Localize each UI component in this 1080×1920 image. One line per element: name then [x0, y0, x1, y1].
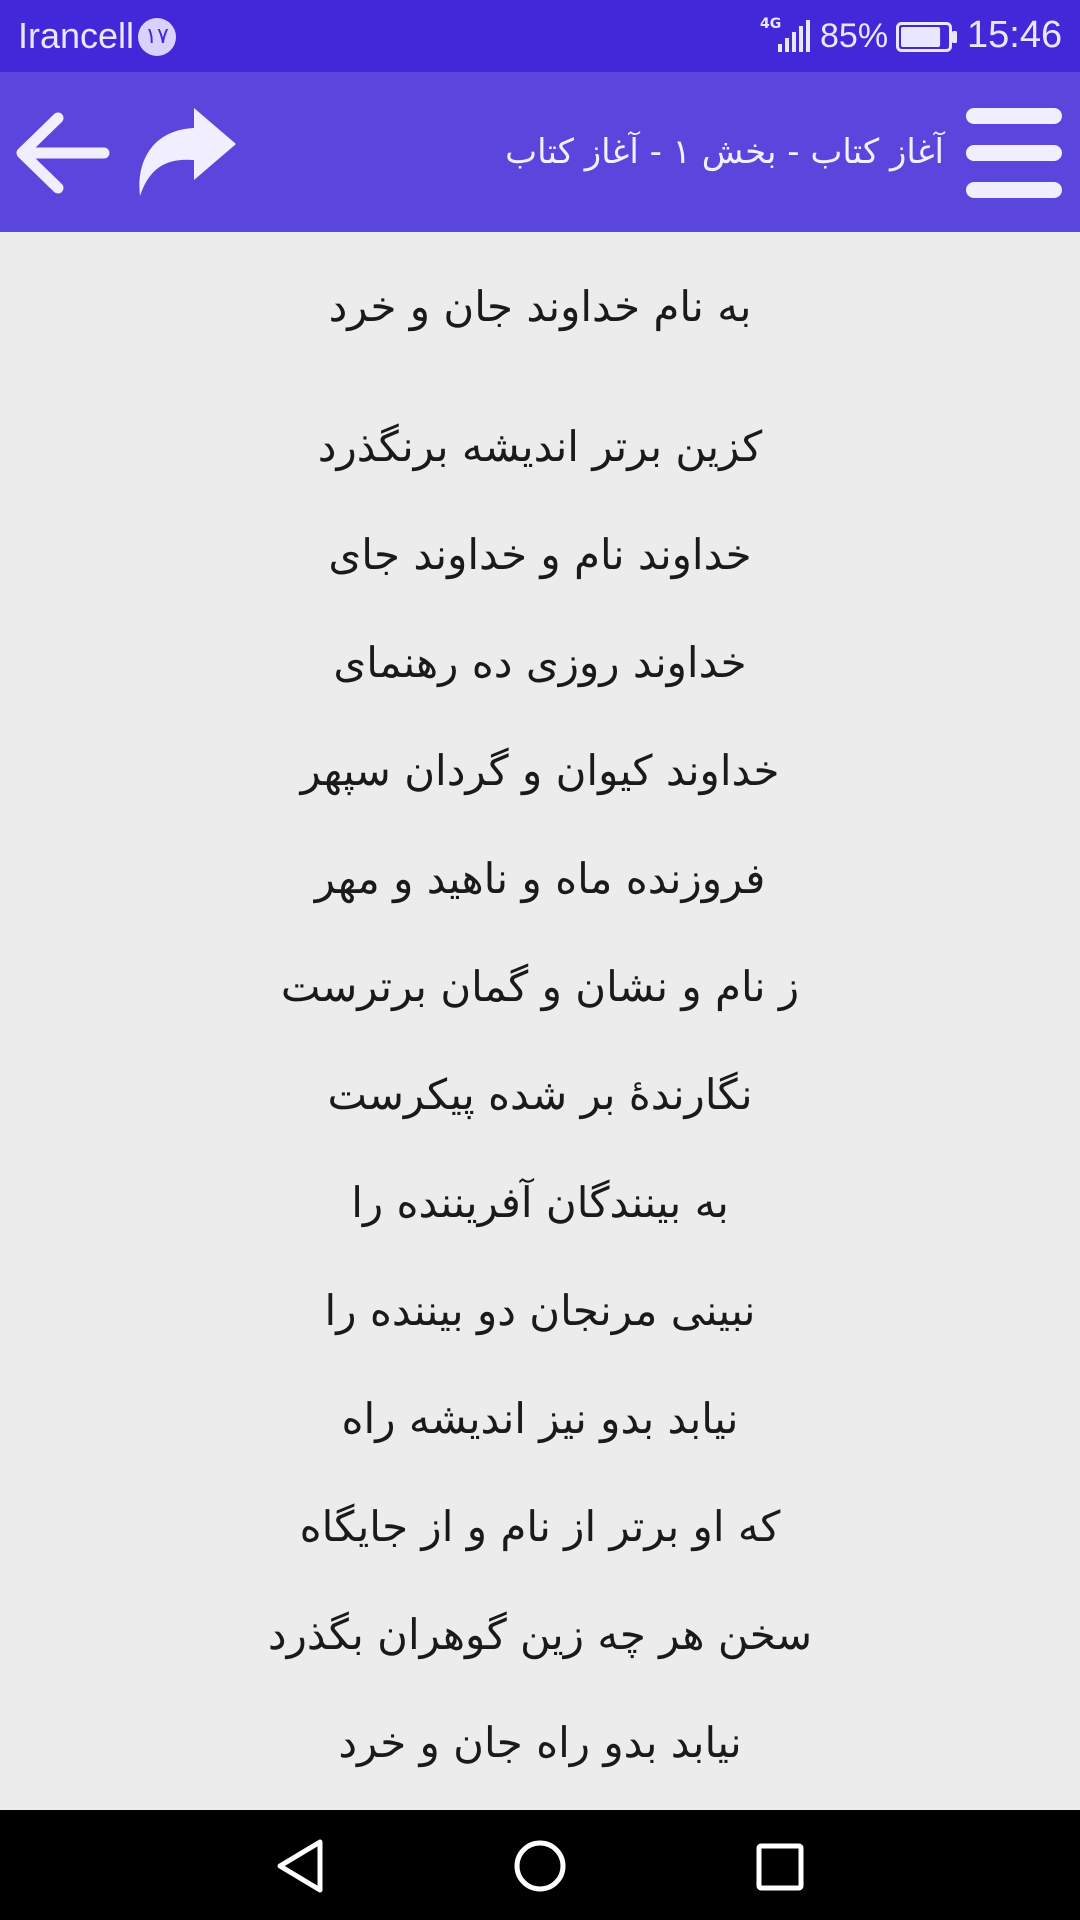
poem-heading: به نام خداوند جان و خرد — [328, 282, 752, 331]
poem-verse: ز نام و نشان و گمان برترست — [280, 962, 800, 1011]
signal-icon — [778, 20, 810, 52]
battery-percent: 85% — [820, 17, 889, 55]
poem-verse: خداوند نام و خداوند جای — [328, 530, 752, 579]
poem-verse: خداوند کیوان و گردان سپهر — [300, 746, 780, 795]
poem-verse: نیابد بدو نیز اندیشه راه — [341, 1394, 739, 1443]
hamburger-menu-icon[interactable] — [966, 108, 1066, 198]
system-nav-bar — [0, 1810, 1080, 1920]
page-title: آغاز کتاب - بخش ۱ - آغاز کتاب — [505, 132, 944, 172]
clock: 15:46 — [967, 14, 1063, 56]
arrow-left-icon[interactable] — [10, 110, 114, 196]
poem-content[interactable]: به نام خداوند جان و خرد کزین برتر اندیشه… — [0, 232, 1080, 1810]
nav-recents-square-icon[interactable] — [752, 1836, 808, 1896]
poem-verse: نیابد بدو راه جان و خرد — [338, 1718, 742, 1767]
menu-bar-line — [966, 182, 1062, 198]
status-bar: Irancell ۱۷ 4G 85% 15:46 — [0, 0, 1080, 72]
carrier-name: Irancell — [18, 15, 135, 56]
poem-verse: کزین برتر اندیشه برنگذرد — [317, 422, 763, 471]
poem-verse: به بینندگان آفریننده را — [351, 1178, 729, 1227]
poem-verse: که او برتر از نام و از جایگاه — [299, 1502, 781, 1551]
poem-verse: نگارندهٔ بر شده پیکرست — [327, 1070, 753, 1119]
app-toolbar: آغاز کتاب - بخش ۱ - آغاز کتاب — [0, 72, 1080, 232]
menu-bar-line — [966, 108, 1062, 124]
menu-bar-line — [966, 145, 1062, 161]
poem-verse: سخن هر چه زین گوهران بگذرد — [267, 1610, 813, 1659]
battery-icon — [896, 22, 957, 52]
poem-verse: خداوند روزی ده رهنمای — [333, 638, 747, 687]
nav-back-triangle-icon[interactable] — [272, 1836, 328, 1896]
screen: Irancell ۱۷ 4G 85% 15:46 آغاز کتاب - بخش… — [0, 0, 1080, 1920]
carrier-badge: ۱۷ — [138, 18, 176, 56]
forward-arrow-icon[interactable] — [132, 104, 238, 200]
poem-verse: فروزنده ماه و ناهید و مهر — [314, 854, 766, 903]
poem-verse: نبینی مرنجان دو بیننده را — [324, 1286, 756, 1335]
nav-home-circle-icon[interactable] — [512, 1834, 568, 1894]
